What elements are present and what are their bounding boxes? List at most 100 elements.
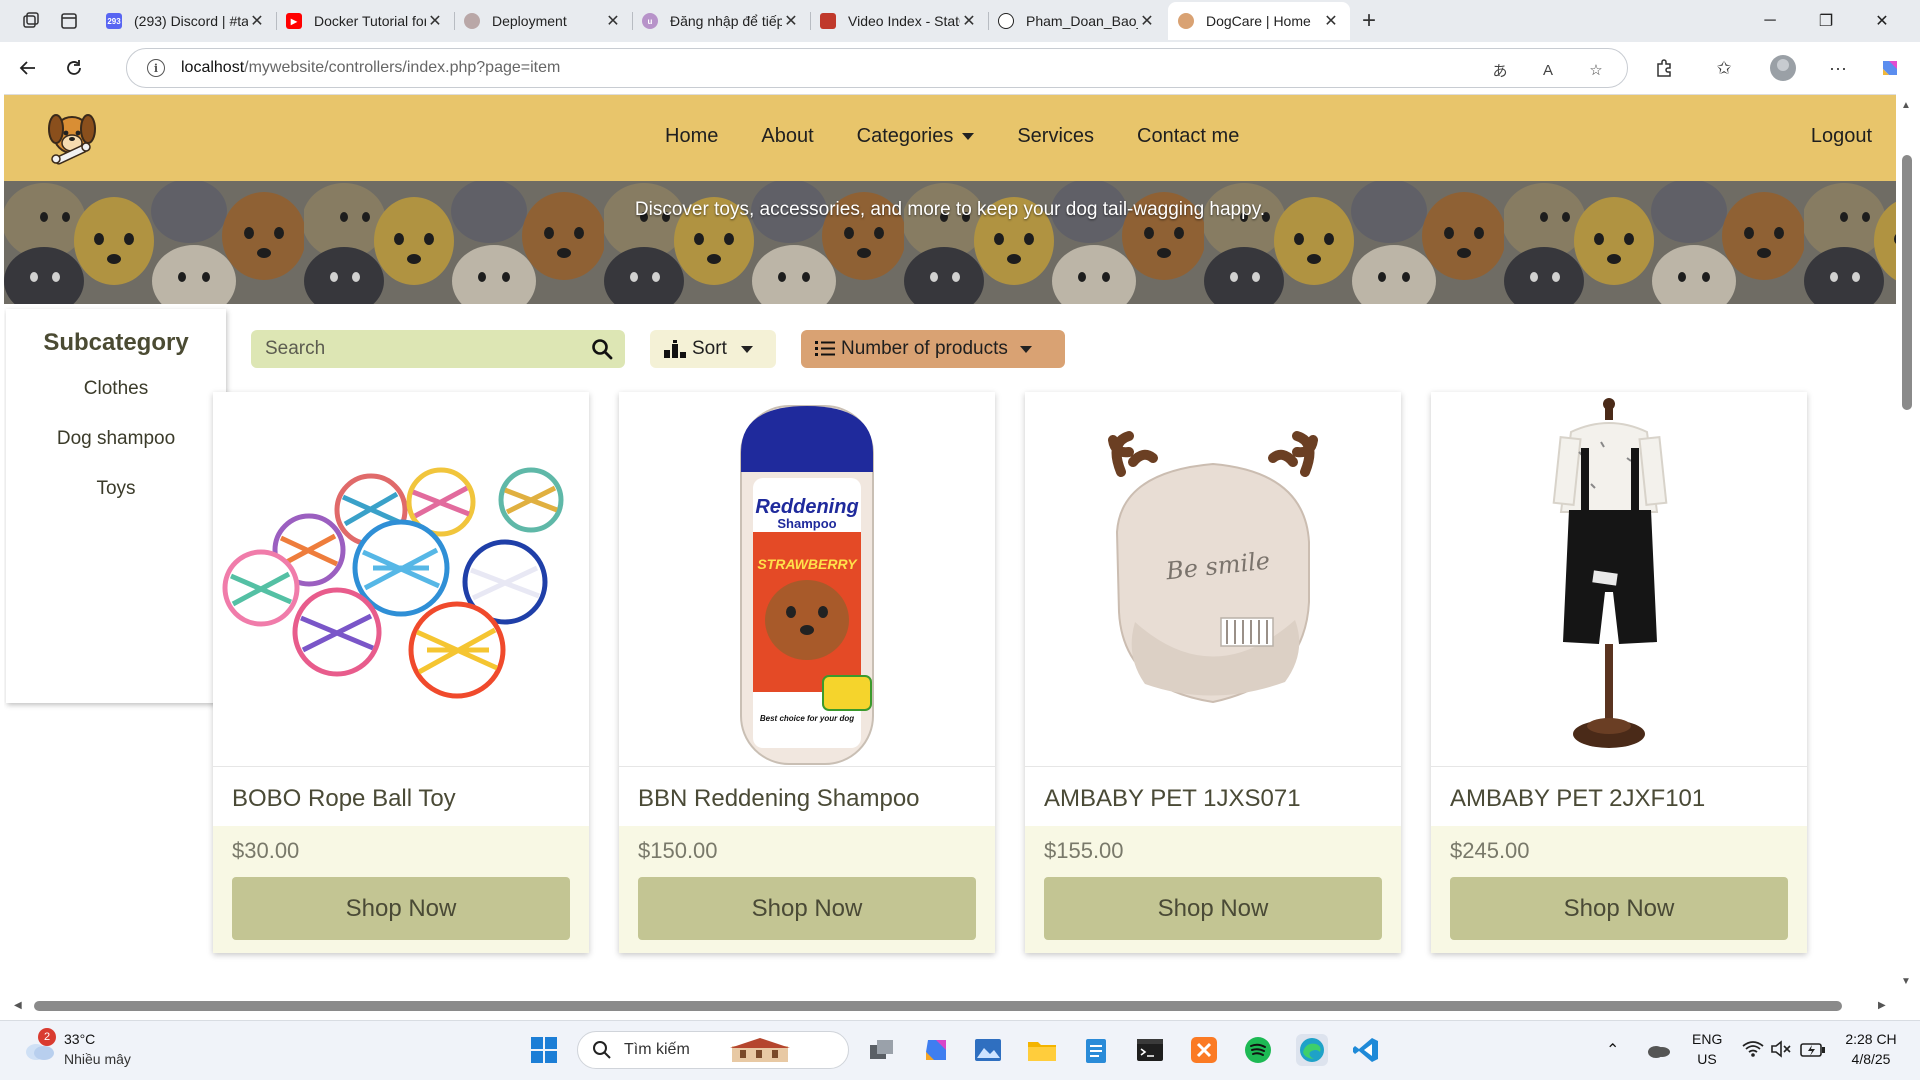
onedrive-cloud-icon[interactable]	[1646, 1042, 1670, 1063]
tab-deployment[interactable]: Deployment ✕	[454, 2, 632, 40]
vertical-scroll-thumb[interactable]	[1902, 155, 1912, 410]
product-image-reindeer-cap[interactable]: Be smile	[1025, 392, 1401, 767]
shop-now-button[interactable]: Shop Now	[638, 877, 976, 940]
product-footer: $245.00 Shop Now	[1431, 826, 1807, 953]
product-image-shampoo[interactable]: Reddening Shampoo STRAWBERRY Best choice…	[619, 392, 995, 767]
weather-temperature[interactable]: 33°C	[64, 1031, 95, 1047]
task-view-icon[interactable]	[866, 1034, 898, 1066]
tab-actions-icon[interactable]	[56, 8, 82, 34]
file-explorer-icon[interactable]	[1026, 1034, 1058, 1066]
spotify-icon[interactable]	[1242, 1034, 1274, 1066]
close-tab-icon[interactable]: ✕	[248, 11, 266, 31]
dogcare-logo[interactable]	[42, 109, 104, 167]
scroll-down-arrow-icon[interactable]: ▼	[1901, 976, 1911, 987]
more-menu-icon[interactable]: ···	[1824, 54, 1852, 82]
scroll-up-arrow-icon[interactable]: ▲	[1901, 100, 1911, 111]
clock-date[interactable]: 4/8/25	[1836, 1051, 1906, 1067]
sidebar-item-clothes[interactable]: Clothes	[6, 378, 226, 400]
product-name[interactable]: AMBABY PET 2JXF101	[1431, 767, 1807, 826]
nav-home[interactable]: Home	[665, 125, 718, 148]
logout-link[interactable]: Logout	[1811, 125, 1872, 148]
taskbar-search[interactable]: Tìm kiếm	[577, 1031, 849, 1069]
read-aloud-icon[interactable]: A	[1537, 59, 1559, 81]
tab-discord[interactable]: 293 (293) Discord | #task- ✕	[96, 2, 276, 40]
profile-avatar[interactable]	[1770, 55, 1796, 81]
url-path: /mywebsite/controllers/index.php?page=it…	[244, 59, 561, 76]
shop-now-button[interactable]: Shop Now	[1450, 877, 1788, 940]
reload-icon[interactable]	[60, 54, 88, 82]
close-window-icon[interactable]: ✕	[1862, 6, 1902, 36]
tab-docker-tutorial[interactable]: ▶ Docker Tutorial for Be ✕	[276, 2, 454, 40]
tab-statquest[interactable]: Video Index - StatQu ✕	[810, 2, 988, 40]
nav-services[interactable]: Services	[1017, 125, 1094, 148]
close-tab-icon[interactable]: ✕	[426, 11, 444, 31]
workspaces-icon[interactable]	[18, 8, 44, 34]
new-tab-icon[interactable]: +	[1356, 7, 1382, 34]
product-price: $150.00	[638, 838, 718, 863]
search-field[interactable]: Search	[251, 330, 625, 368]
copilot-app-icon[interactable]	[920, 1034, 952, 1066]
number-of-products-label: Number of products	[841, 338, 1008, 359]
scroll-right-arrow-icon[interactable]: ▶	[1878, 1000, 1886, 1011]
close-tab-icon[interactable]: ✕	[604, 11, 622, 31]
close-tab-icon[interactable]: ✕	[782, 11, 800, 31]
vscode-icon[interactable]	[1350, 1034, 1382, 1066]
horizontal-scroll-thumb[interactable]	[34, 1001, 1842, 1011]
product-name[interactable]: BOBO Rope Ball Toy	[213, 767, 589, 826]
close-tab-icon[interactable]: ✕	[960, 11, 978, 31]
address-bar[interactable]: i localhost/mywebsite/controllers/index.…	[126, 48, 1628, 88]
favorites-icon[interactable]: ✩	[1710, 54, 1738, 82]
product-card: BOBO Rope Ball Toy $30.00 Shop Now	[213, 392, 589, 953]
nav-about[interactable]: About	[761, 125, 813, 148]
xampp-icon[interactable]	[1188, 1034, 1220, 1066]
sort-dropdown-button[interactable]: Sort	[650, 330, 776, 368]
clock-time[interactable]: 2:28 CH	[1836, 1031, 1906, 1047]
chevron-down-icon	[740, 345, 753, 353]
language-region[interactable]: US	[1692, 1051, 1722, 1067]
extensions-icon[interactable]	[1650, 54, 1678, 82]
sidebar-item-dog-shampoo[interactable]: Dog shampoo	[6, 428, 226, 450]
product-image-rope-balls[interactable]	[213, 392, 589, 767]
product-name[interactable]: BBN Reddening Shampoo	[619, 767, 995, 826]
search-icon[interactable]	[591, 338, 613, 360]
tab-login[interactable]: u Đăng nhập để tiếp tụ ✕	[632, 2, 810, 40]
weather-description[interactable]: Nhiều mây	[64, 1051, 131, 1067]
tab-dogcare-home[interactable]: DogCare | Home ✕	[1168, 2, 1350, 40]
site-info-icon[interactable]: i	[147, 59, 165, 77]
minimize-icon[interactable]: ─	[1750, 6, 1790, 36]
url-host: localhost	[181, 59, 245, 76]
photos-app-icon[interactable]	[972, 1034, 1004, 1066]
url-text[interactable]: localhost/mywebsite/controllers/index.ph…	[181, 59, 560, 77]
tab-pham-doan[interactable]: Pham_Doan_Bao_Trun ✕	[988, 2, 1166, 40]
shop-now-button[interactable]: Shop Now	[232, 877, 570, 940]
tab-title: Pham_Doan_Bao_Trun	[1026, 13, 1138, 29]
sidebar-item-toys[interactable]: Toys	[6, 478, 226, 500]
number-of-products-dropdown[interactable]: Number of products	[801, 330, 1065, 368]
battery-charging-icon[interactable]	[1800, 1042, 1826, 1063]
favorite-star-icon[interactable]: ☆	[1585, 59, 1607, 81]
product-name[interactable]: AMBABY PET 1JXS071	[1025, 767, 1401, 826]
windows-start-icon[interactable]	[528, 1034, 560, 1066]
nav-contact[interactable]: Contact me	[1137, 125, 1239, 148]
close-tab-icon[interactable]: ✕	[1138, 11, 1156, 31]
label-sub: Shampoo	[777, 516, 837, 531]
back-icon[interactable]	[14, 54, 42, 82]
language-code[interactable]: ENG	[1692, 1031, 1722, 1047]
edge-browser-icon[interactable]	[1296, 1034, 1328, 1066]
terminal-icon[interactable]	[1134, 1034, 1166, 1066]
product-image-overalls[interactable]	[1431, 392, 1807, 767]
copilot-icon[interactable]	[1876, 54, 1904, 82]
wifi-icon[interactable]	[1742, 1040, 1764, 1063]
close-tab-icon[interactable]: ✕	[1322, 11, 1340, 31]
search-input[interactable]: Search	[265, 338, 591, 360]
product-price: $245.00	[1450, 838, 1530, 863]
chevron-up-icon[interactable]: ⌃	[1606, 1040, 1619, 1060]
nav-categories-dropdown[interactable]: Categories	[857, 125, 975, 148]
translate-icon[interactable]: あ	[1489, 59, 1511, 81]
notepad-icon[interactable]	[1080, 1034, 1112, 1066]
dogcare-favicon-icon	[1178, 13, 1194, 29]
scroll-left-arrow-icon[interactable]: ◀	[14, 1000, 22, 1011]
restore-icon[interactable]: ❐	[1806, 6, 1846, 36]
volume-muted-icon[interactable]	[1770, 1040, 1792, 1063]
shop-now-button[interactable]: Shop Now	[1044, 877, 1382, 940]
